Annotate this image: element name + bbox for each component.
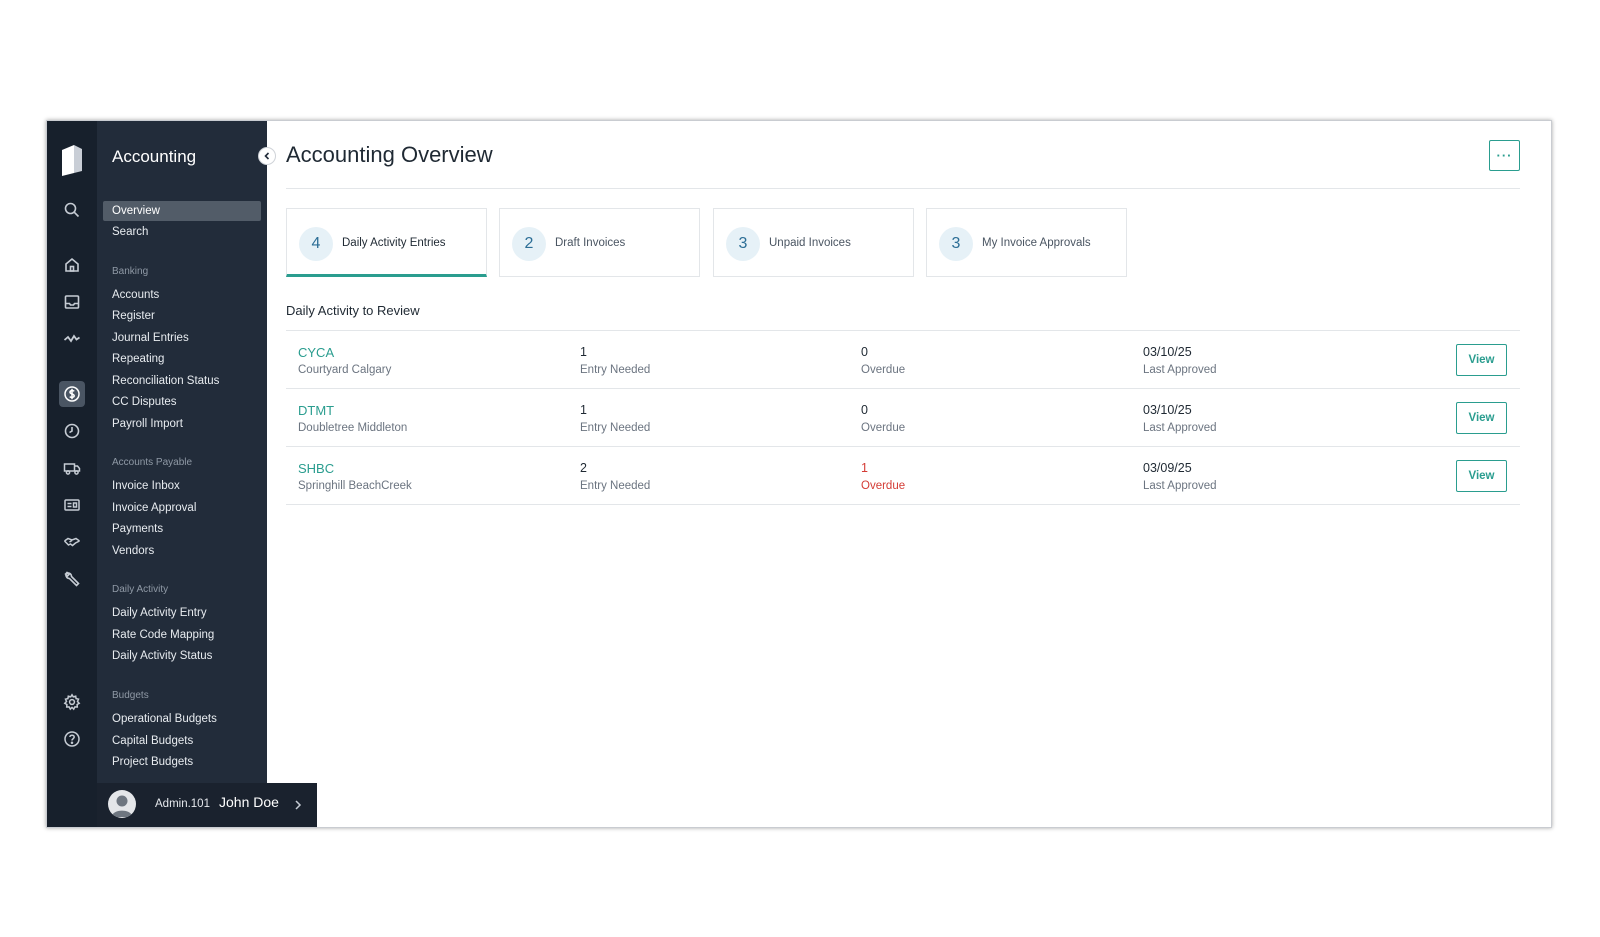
nav-section-budgets: Budgets <box>112 690 149 701</box>
wrench-icon[interactable] <box>59 566 85 592</box>
nav-item-payroll-import[interactable]: Payroll Import <box>103 414 261 434</box>
nav-item-register[interactable]: Register <box>103 306 261 326</box>
user-id: Admin.101 <box>155 798 210 810</box>
avatar[interactable] <box>108 790 136 818</box>
entries-label: Entry Needed <box>580 480 651 492</box>
property-name: Springhill BeachCreek <box>298 480 412 492</box>
last-approved-label: Last Approved <box>1143 422 1217 434</box>
help-icon[interactable] <box>59 726 85 752</box>
app-window: Accounting Overview Search Banking Accou… <box>46 120 1552 828</box>
nav-item-vendors[interactable]: Vendors <box>103 541 261 561</box>
overdue-label: Overdue <box>861 364 906 376</box>
view-button[interactable]: View <box>1456 402 1507 434</box>
nav-panel: Accounting Overview Search Banking Accou… <box>97 121 317 827</box>
last-approved-date: 03/09/25 <box>1143 461 1192 475</box>
inbox-icon[interactable] <box>59 289 85 315</box>
nav-section-banking: Banking <box>112 266 149 277</box>
review-table: CYCA Courtyard Calgary 1 Entry Needed 0 … <box>286 330 1520 505</box>
nav-item-daily-activity-status[interactable]: Daily Activity Status <box>103 646 261 666</box>
overdue-label: Overdue <box>861 480 906 492</box>
overdue-count: 0 <box>861 403 868 417</box>
property-code-link[interactable]: SHBC <box>298 461 334 476</box>
overdue-count: 1 <box>861 461 868 475</box>
nav-item-cc-disputes[interactable]: CC Disputes <box>103 392 261 412</box>
tab-my-invoice-approvals[interactable]: 3 My Invoice Approvals <box>926 208 1127 277</box>
last-approved-label: Last Approved <box>1143 480 1217 492</box>
nav-item-reconciliation-status[interactable]: Reconciliation Status <box>103 371 261 391</box>
view-button[interactable]: View <box>1456 344 1507 376</box>
nav-item-invoice-inbox[interactable]: Invoice Inbox <box>103 476 261 496</box>
home-icon[interactable] <box>59 252 85 278</box>
count-badge: 3 <box>726 227 760 261</box>
entries-count: 2 <box>580 461 587 475</box>
entries-label: Entry Needed <box>580 364 651 376</box>
overdue-label: Overdue <box>861 422 906 434</box>
section-title: Daily Activity to Review <box>286 303 420 318</box>
tab-daily-activity-entries[interactable]: 4 Daily Activity Entries <box>286 208 487 277</box>
property-code-link[interactable]: DTMT <box>298 403 334 418</box>
count-badge: 3 <box>939 227 973 261</box>
main-content: Accounting Overview ··· 4 Daily Activity… <box>267 121 1551 827</box>
nav-item-payments[interactable]: Payments <box>103 519 261 539</box>
dollar-icon[interactable] <box>59 381 85 407</box>
more-options-button[interactable]: ··· <box>1489 140 1520 171</box>
nav-section-daily-activity: Daily Activity <box>112 584 169 595</box>
stat-label: Draft Invoices <box>555 237 626 249</box>
search-icon[interactable] <box>59 197 85 223</box>
last-approved-date: 03/10/25 <box>1143 403 1192 417</box>
entries-label: Entry Needed <box>580 422 651 434</box>
icon-rail <box>47 121 97 827</box>
count-badge: 4 <box>299 227 333 261</box>
last-approved-date: 03/10/25 <box>1143 345 1192 359</box>
tab-unpaid-invoices[interactable]: 3 Unpaid Invoices <box>713 208 914 277</box>
collapse-sidebar-button[interactable] <box>258 147 276 165</box>
stat-label: Daily Activity Entries <box>342 237 446 249</box>
nav-item-project-budgets[interactable]: Project Budgets <box>103 752 261 772</box>
table-row: CYCA Courtyard Calgary 1 Entry Needed 0 … <box>286 331 1520 389</box>
overdue-count: 0 <box>861 345 868 359</box>
chevron-left-icon <box>264 152 270 160</box>
nav-item-invoice-approval[interactable]: Invoice Approval <box>103 498 261 518</box>
last-approved-label: Last Approved <box>1143 364 1217 376</box>
nav-section-accounts-payable: Accounts Payable <box>112 457 193 468</box>
property-name: Doubletree Middleton <box>298 422 408 434</box>
stat-label: Unpaid Invoices <box>769 237 851 249</box>
nav-item-overview[interactable]: Overview <box>103 201 261 221</box>
entries-count: 1 <box>580 403 587 417</box>
nav-item-repeating[interactable]: Repeating <box>103 349 261 369</box>
title-divider <box>286 188 1520 189</box>
page-title: Accounting Overview <box>286 142 493 167</box>
handshake-icon[interactable] <box>59 529 85 555</box>
property-name: Courtyard Calgary <box>298 364 392 376</box>
nav-item-journal-entries[interactable]: Journal Entries <box>103 328 261 348</box>
nav-item-capital-budgets[interactable]: Capital Budgets <box>103 731 261 751</box>
table-row: DTMT Doubletree Middleton 1 Entry Needed… <box>286 389 1520 447</box>
nav-item-operational-budgets[interactable]: Operational Budgets <box>103 709 261 729</box>
count-badge: 2 <box>512 227 546 261</box>
card-icon[interactable] <box>59 492 85 518</box>
truck-icon[interactable] <box>59 455 85 481</box>
nav-item-accounts[interactable]: Accounts <box>103 285 261 305</box>
entries-count: 1 <box>580 345 587 359</box>
stat-label: My Invoice Approvals <box>982 237 1091 249</box>
app-logo[interactable] <box>60 143 84 177</box>
gear-icon[interactable] <box>59 689 85 715</box>
tab-draft-invoices[interactable]: 2 Draft Invoices <box>499 208 700 277</box>
nav-item-daily-activity-entry[interactable]: Daily Activity Entry <box>103 603 261 623</box>
activity-icon[interactable] <box>59 326 85 352</box>
table-row: SHBC Springhill BeachCreek 2 Entry Neede… <box>286 447 1520 505</box>
property-code-link[interactable]: CYCA <box>298 345 334 360</box>
nav-item-rate-code-mapping[interactable]: Rate Code Mapping <box>103 625 261 645</box>
view-button[interactable]: View <box>1456 460 1507 492</box>
clock-icon[interactable] <box>59 418 85 444</box>
nav-item-search[interactable]: Search <box>103 222 261 242</box>
app-title: Accounting <box>112 147 197 166</box>
